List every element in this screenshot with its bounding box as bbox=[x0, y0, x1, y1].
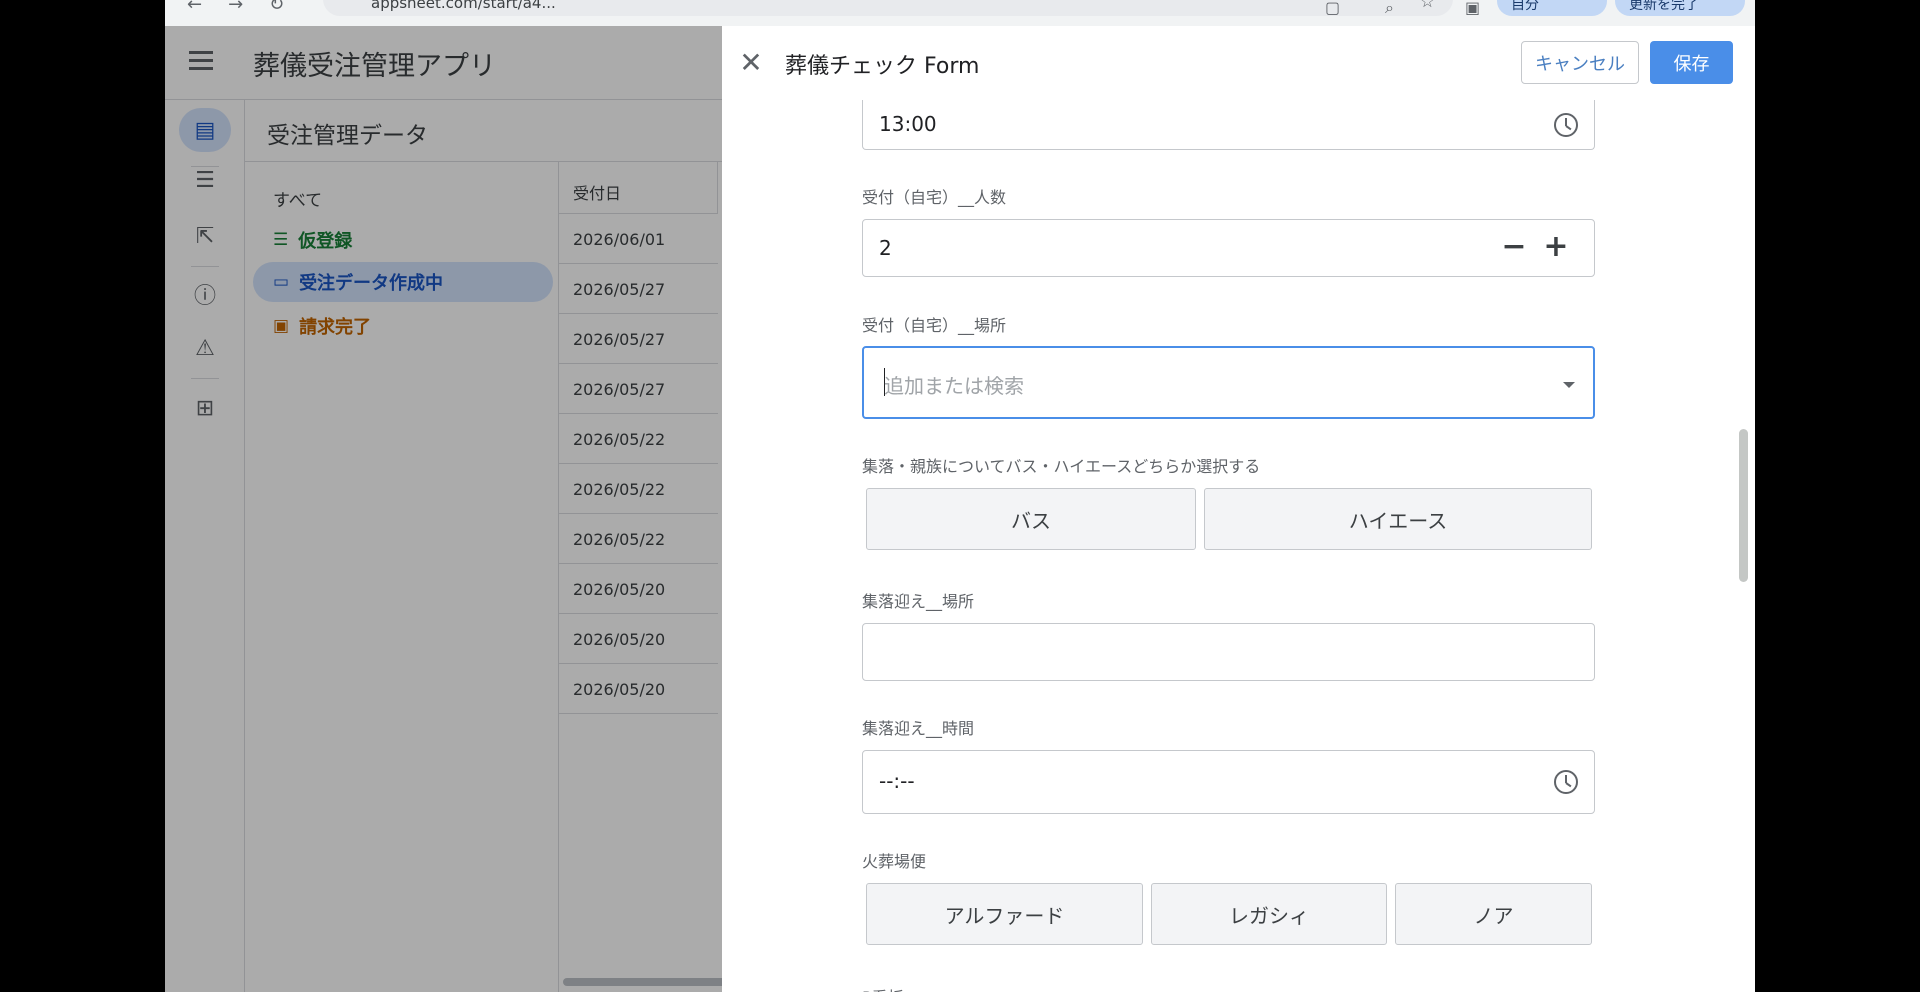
pickup-time-input[interactable]: --:-- bbox=[862, 750, 1595, 814]
form-title: 葬儀チェック Form bbox=[785, 54, 980, 79]
extensions-icon[interactable]: ▢ bbox=[1325, 0, 1340, 17]
cancel-button[interactable]: キャンセル bbox=[1521, 41, 1639, 84]
reception-time-value: 13:00 bbox=[879, 112, 937, 136]
next-field-label: P看板 bbox=[862, 984, 904, 992]
profile-label: 自分 bbox=[1511, 0, 1539, 13]
clock-icon[interactable] bbox=[1554, 770, 1578, 794]
form-header: ✕ 葬儀チェック Form キャンセル 保存 bbox=[722, 26, 1755, 102]
count-stepper[interactable]: 2 − + bbox=[862, 219, 1595, 277]
option-noah[interactable]: ノア bbox=[1395, 883, 1592, 945]
pickup-place-label: 集落迎え__場所 bbox=[862, 592, 975, 611]
place-placeholder: 追加または検索 bbox=[884, 374, 1024, 398]
crematorium-label: 火葬場便 bbox=[862, 852, 927, 871]
update-chip[interactable]: 更新を完了 bbox=[1615, 0, 1745, 16]
browser-toolbar: ←→↻ appsheet.com/start/a4... ☆ ▢ ⌕ ▣ 自分 … bbox=[165, 0, 1755, 26]
option-legacy[interactable]: レガシィ bbox=[1151, 883, 1387, 945]
address-bar[interactable]: appsheet.com/start/a4... ☆ bbox=[323, 0, 1453, 16]
clock-icon[interactable] bbox=[1554, 113, 1578, 137]
save-button[interactable]: 保存 bbox=[1650, 41, 1733, 84]
browser-nav-icons[interactable]: ←→↻ bbox=[187, 0, 310, 15]
sidepanel-icon[interactable]: ▣ bbox=[1465, 0, 1480, 17]
tab-search-icon[interactable]: ⌕ bbox=[1385, 0, 1394, 18]
option-bus[interactable]: バス bbox=[866, 488, 1196, 550]
option-alphard[interactable]: アルファード bbox=[866, 883, 1143, 945]
form-dialog: ✕ 葬儀チェック Form キャンセル 保存 13:00 受付（自宅）__人数 … bbox=[722, 26, 1755, 992]
close-icon[interactable]: ✕ bbox=[736, 48, 766, 78]
url-text: appsheet.com/start/a4... bbox=[371, 0, 556, 12]
option-hiace[interactable]: ハイエース bbox=[1204, 488, 1592, 550]
place-search-input[interactable]: 追加または検索 bbox=[862, 346, 1595, 419]
increment-icon[interactable]: + bbox=[1541, 232, 1571, 262]
pickup-time-label: 集落迎え__時間 bbox=[862, 719, 975, 738]
count-value: 2 bbox=[879, 236, 892, 260]
reception-time-field[interactable]: 13:00 bbox=[862, 100, 1595, 150]
transport-label: 集落・親族についてバス・ハイエースどちらか選択する bbox=[862, 457, 1261, 476]
pickup-time-value: --:-- bbox=[879, 769, 915, 793]
count-label: 受付（自宅）__人数 bbox=[862, 188, 1007, 207]
profile-chip[interactable]: 自分 bbox=[1497, 0, 1607, 16]
place-label: 受付（自宅）__場所 bbox=[862, 316, 1007, 335]
pickup-place-input[interactable] bbox=[862, 623, 1595, 681]
vertical-scrollbar[interactable] bbox=[1739, 429, 1748, 582]
decrement-icon[interactable]: − bbox=[1499, 232, 1529, 262]
bookmark-star-icon[interactable]: ☆ bbox=[1420, 0, 1435, 12]
chevron-down-icon[interactable] bbox=[1563, 382, 1575, 388]
update-label: 更新を完了 bbox=[1629, 0, 1699, 13]
